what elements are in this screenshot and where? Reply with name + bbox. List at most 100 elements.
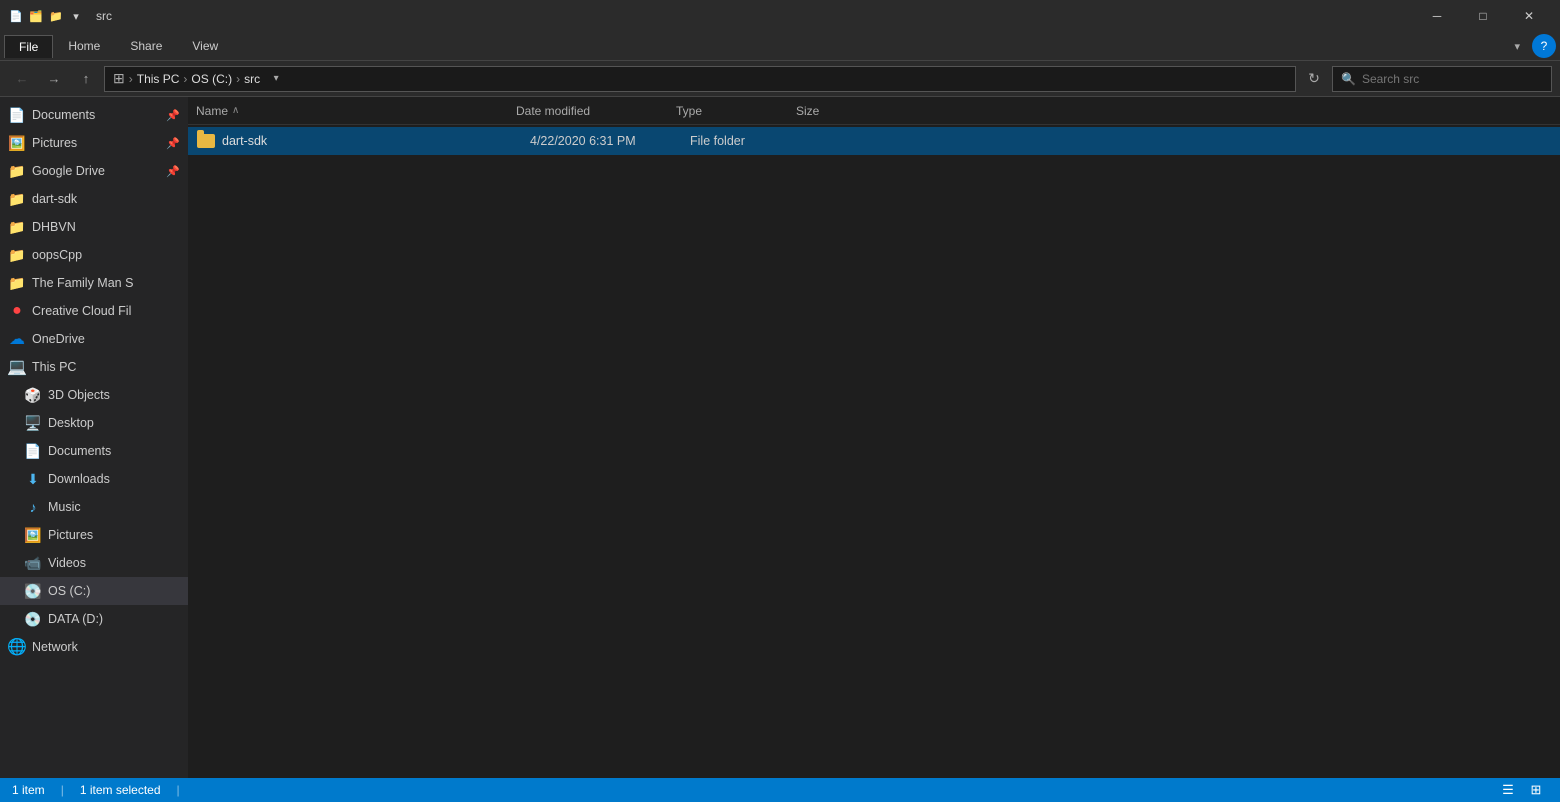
downloads-icon: ⬇ (24, 470, 42, 488)
sidebar-item-videos[interactable]: 📹 Videos (0, 549, 188, 577)
sidebar-label-documents-quick: Documents (32, 108, 95, 122)
search-icon: 🔍 (1341, 72, 1356, 86)
sidebar-label-os-c: OS (C:) (48, 584, 90, 598)
file-icon[interactable]: 📄 (8, 8, 24, 24)
address-path[interactable]: ⊞ › This PC › OS (C:) › src ▾ (104, 66, 1296, 92)
col-header-type[interactable]: Type (676, 104, 796, 118)
file-name: dart-sdk (222, 134, 530, 148)
up-button[interactable]: ↑ (72, 65, 100, 93)
sidebar-item-documents-quick[interactable]: 📄 Documents 📌 (0, 101, 188, 129)
ribbon-collapse-button[interactable]: ▾ (1506, 40, 1528, 53)
main-content: 📄 Documents 📌 🖼️ Pictures 📌 📁 Google Dri… (0, 97, 1560, 778)
column-headers: Name ∧ Date modified Type Size (188, 97, 1560, 125)
sidebar-label-pictures-pc: Pictures (48, 528, 93, 542)
close-button[interactable]: ✕ (1506, 0, 1552, 32)
address-bar: ← → ↑ ⊞ › This PC › OS (C:) › src ▾ ↻ 🔍 (0, 61, 1560, 97)
pin-icon-pictures: 📌 (166, 137, 180, 150)
folder-shape (197, 134, 215, 148)
search-box[interactable]: 🔍 (1332, 66, 1552, 92)
status-bar: 1 item | 1 item selected | ☰ ⊞ (0, 778, 1560, 802)
sidebar-item-this-pc[interactable]: 💻 This PC (0, 353, 188, 381)
sidebar-label-onedrive: OneDrive (32, 332, 85, 346)
col-header-name[interactable]: Name ∧ (196, 104, 516, 118)
breadcrumb-separator-2: › (183, 72, 187, 86)
item-count: 1 item (12, 783, 45, 797)
videos-icon: 📹 (24, 554, 42, 572)
dhbvn-icon: 📁 (8, 218, 26, 236)
google-drive-icon: 📁 (8, 162, 26, 180)
breadcrumb-separator-3: › (236, 72, 240, 86)
table-row[interactable]: dart-sdk 4/22/2020 6:31 PM File folder (188, 127, 1560, 155)
title-bar-icons: 📄 🗂️ 📁 ▾ (8, 8, 84, 24)
desktop-icon: 🖥️ (24, 414, 42, 432)
sidebar-item-network[interactable]: 🌐 Network (0, 633, 188, 661)
forward-button[interactable]: → (40, 65, 68, 93)
search-input[interactable] (1362, 72, 1543, 86)
file-list: dart-sdk 4/22/2020 6:31 PM File folder (188, 125, 1560, 778)
sidebar-label-3d-objects: 3D Objects (48, 388, 110, 402)
sidebar-item-family-man[interactable]: 📁 The Family Man S (0, 269, 188, 297)
ribbon-tabs: File Home Share View ▾ ? (0, 32, 1560, 60)
sidebar-item-3d-objects[interactable]: 🎲 3D Objects (0, 381, 188, 409)
col-type-label: Type (676, 104, 702, 118)
sidebar-item-dart-sdk-quick[interactable]: 📁 dart-sdk (0, 185, 188, 213)
sidebar-item-onedrive[interactable]: ☁ OneDrive (0, 325, 188, 353)
pictures-icon: 🖼️ (8, 134, 26, 152)
pictures-pc-icon: 🖼️ (24, 526, 42, 544)
refresh-button[interactable]: ↻ (1300, 65, 1328, 93)
sidebar-label-network: Network (32, 640, 78, 654)
network-icon: 🌐 (8, 638, 26, 656)
music-icon: ♪ (24, 498, 42, 516)
breadcrumb-os-c[interactable]: OS (C:) (191, 72, 232, 86)
details-view-button[interactable]: ⊞ (1524, 779, 1548, 801)
col-size-label: Size (796, 104, 819, 118)
breadcrumb-src[interactable]: src (244, 72, 260, 86)
open-folder-icon[interactable]: 📁 (48, 8, 64, 24)
col-header-date[interactable]: Date modified (516, 104, 676, 118)
sidebar-label-music: Music (48, 500, 81, 514)
sidebar-item-data-d[interactable]: 💿 DATA (D:) (0, 605, 188, 633)
sidebar-item-os-c[interactable]: 💽 OS (C:) (0, 577, 188, 605)
list-view-button[interactable]: ☰ (1496, 779, 1520, 801)
sidebar-label-oopscpp: oopsCpp (32, 248, 82, 262)
address-dropdown-button[interactable]: ▾ (264, 67, 288, 91)
status-separator-1: | (61, 783, 64, 797)
minimize-button[interactable]: ─ (1414, 0, 1460, 32)
breadcrumb-home-icon: ⊞ (113, 70, 125, 87)
breadcrumb-this-pc[interactable]: This PC (137, 72, 180, 86)
sidebar-item-documents-pc[interactable]: 📄 Documents (0, 437, 188, 465)
this-pc-icon: 💻 (8, 358, 26, 376)
os-c-icon: 💽 (24, 582, 42, 600)
chevron-down-icon[interactable]: ▾ (68, 8, 84, 24)
sidebar-item-desktop[interactable]: 🖥️ Desktop (0, 409, 188, 437)
3d-objects-icon: 🎲 (24, 386, 42, 404)
folder-icon[interactable]: 🗂️ (28, 8, 44, 24)
sidebar-item-oopscpp[interactable]: 📁 oopsCpp (0, 241, 188, 269)
selected-count: 1 item selected (80, 783, 161, 797)
col-name-label: Name (196, 104, 228, 118)
sidebar-item-pictures-quick[interactable]: 🖼️ Pictures 📌 (0, 129, 188, 157)
tab-file[interactable]: File (4, 35, 53, 58)
title-bar-controls: ─ □ ✕ (1414, 0, 1552, 32)
tab-view[interactable]: View (177, 34, 233, 58)
sidebar-label-pictures-quick: Pictures (32, 136, 77, 150)
sidebar-item-downloads[interactable]: ⬇ Downloads (0, 465, 188, 493)
sidebar-item-google-drive[interactable]: 📁 Google Drive 📌 (0, 157, 188, 185)
tab-home[interactable]: Home (53, 34, 115, 58)
col-header-size[interactable]: Size (796, 104, 896, 118)
file-area: Name ∧ Date modified Type Size dart-sdk … (188, 97, 1560, 778)
sidebar-item-creative-cloud[interactable]: ● Creative Cloud Fil (0, 297, 188, 325)
tab-share[interactable]: Share (115, 34, 177, 58)
back-button[interactable]: ← (8, 65, 36, 93)
help-button[interactable]: ? (1532, 34, 1556, 58)
maximize-button[interactable]: □ (1460, 0, 1506, 32)
sidebar-label-dhbvn: DHBVN (32, 220, 76, 234)
title-bar-left: 📄 🗂️ 📁 ▾ src (8, 8, 112, 24)
sidebar-label-google-drive: Google Drive (32, 164, 105, 178)
sidebar-item-pictures-pc[interactable]: 🖼️ Pictures (0, 521, 188, 549)
sidebar-item-music[interactable]: ♪ Music (0, 493, 188, 521)
sidebar-item-dhbvn[interactable]: 📁 DHBVN (0, 213, 188, 241)
ribbon: File Home Share View ▾ ? (0, 32, 1560, 61)
pin-icon-documents: 📌 (166, 109, 180, 122)
data-d-icon: 💿 (24, 610, 42, 628)
